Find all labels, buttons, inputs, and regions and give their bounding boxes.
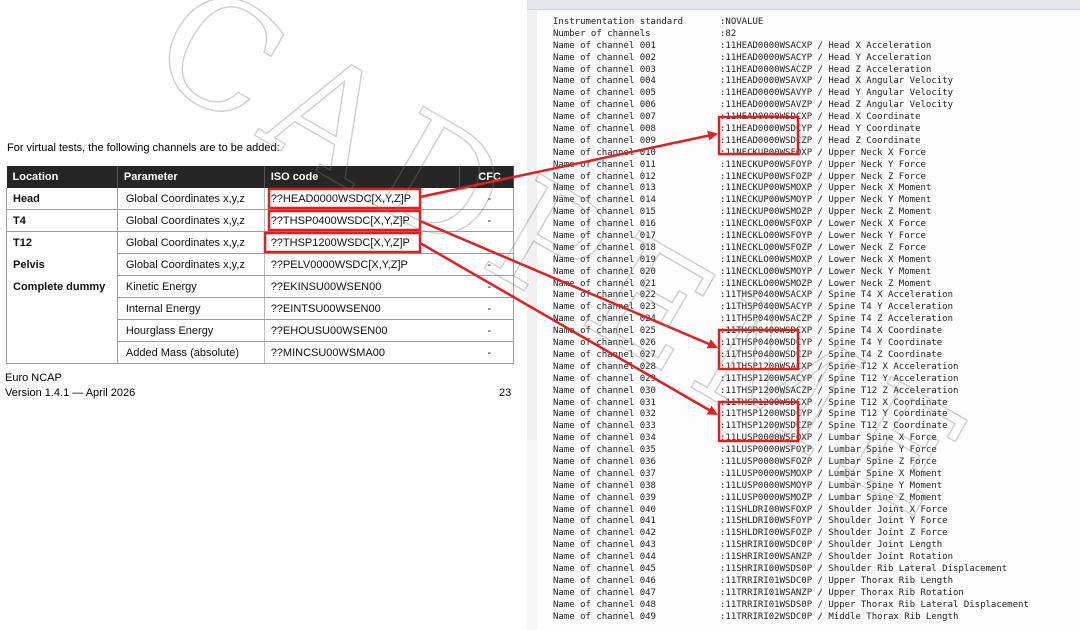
- highlight-box-head-channels: [717, 115, 800, 156]
- highlight-box-t12-iso: [263, 231, 422, 254]
- highlight-box-t12-channels: [717, 400, 800, 443]
- highlight-box-t4-iso: [267, 209, 422, 232]
- highlight-box-t4-channels: [717, 328, 800, 371]
- annotation-overlay: [263, 115, 800, 443]
- arrow-head: [419, 130, 718, 199]
- highlight-box-head-iso: [267, 187, 422, 210]
